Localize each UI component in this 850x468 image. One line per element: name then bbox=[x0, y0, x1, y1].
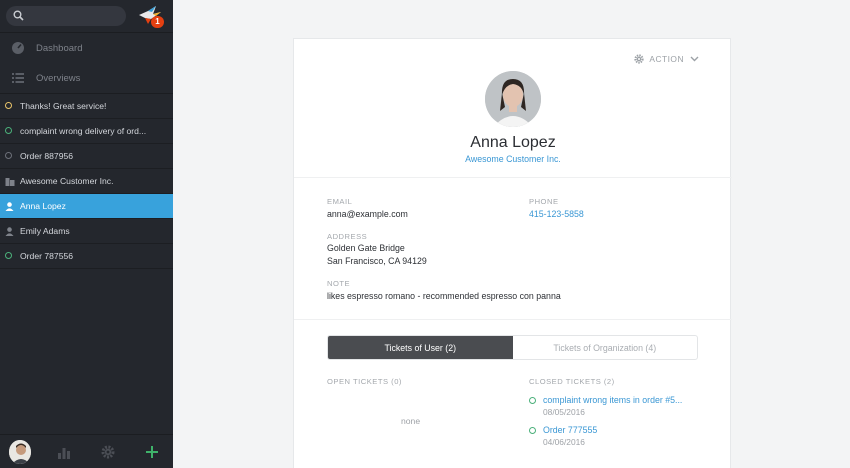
list-icon bbox=[12, 73, 24, 83]
nav-overviews[interactable]: Overviews bbox=[0, 63, 173, 93]
action-label: ACTION bbox=[649, 54, 684, 64]
nav-dashboard-label: Dashboard bbox=[36, 42, 83, 54]
task-item-thanks[interactable]: Thanks! Great service! bbox=[0, 94, 173, 119]
email-value[interactable]: anna@example.com bbox=[327, 208, 408, 221]
task-item-order-787556[interactable]: Order 787556 bbox=[0, 244, 173, 269]
organization-icon bbox=[5, 178, 15, 186]
ticket-title[interactable]: Order 777555 bbox=[543, 425, 597, 435]
tickets-tabs: Tickets of User (2) Tickets of Organizat… bbox=[327, 335, 698, 360]
closed-tickets-header: CLOSED TICKETS (2) bbox=[529, 377, 615, 386]
task-label: Order 887956 bbox=[20, 151, 74, 161]
plus-icon[interactable] bbox=[141, 441, 163, 463]
chevron-down-icon bbox=[690, 56, 699, 62]
task-item-organization[interactable]: Awesome Customer Inc. bbox=[0, 169, 173, 194]
sidebar-bottom-bar bbox=[0, 434, 173, 468]
search-icon bbox=[13, 10, 24, 21]
task-label: complaint wrong delivery of ord... bbox=[20, 126, 147, 136]
divider bbox=[294, 177, 732, 178]
notification-badge[interactable]: 1 bbox=[151, 16, 164, 28]
action-dropdown[interactable]: ACTION bbox=[634, 54, 704, 64]
task-label: Thanks! Great service! bbox=[20, 101, 107, 111]
stats-icon[interactable] bbox=[53, 441, 75, 463]
task-label: Emily Adams bbox=[20, 226, 70, 236]
ticket-status-icon bbox=[529, 427, 536, 434]
profile-name: Anna Lopez bbox=[470, 134, 556, 151]
gear-icon[interactable] bbox=[97, 441, 119, 463]
task-item-anna-lopez[interactable]: Anna Lopez bbox=[0, 194, 173, 219]
note-value[interactable]: likes espresso romano - recommended espr… bbox=[327, 290, 561, 303]
search-input[interactable] bbox=[6, 6, 126, 26]
profile-organization-link[interactable]: Awesome Customer Inc. bbox=[294, 154, 732, 164]
ticket-open-icon bbox=[5, 252, 14, 261]
nav-overviews-label: Overviews bbox=[36, 72, 81, 84]
user-icon bbox=[5, 227, 14, 236]
divider bbox=[294, 319, 732, 320]
address-line2[interactable]: San Francisco, CA 94129 bbox=[327, 255, 427, 268]
note-label: NOTE bbox=[327, 279, 351, 288]
profile-avatar bbox=[485, 71, 541, 127]
app-window: 1 Dashboard Overviews Thanks! Great serv… bbox=[0, 0, 850, 468]
tab-tickets-of-organization[interactable]: Tickets of Organization (4) bbox=[513, 336, 698, 359]
gear-icon bbox=[634, 54, 645, 64]
ticket-status-icon bbox=[529, 397, 536, 404]
tab-tickets-of-user[interactable]: Tickets of User (2) bbox=[328, 336, 513, 359]
user-profile-card: ACTION Anna Lopez Awesome Customer Inc. … bbox=[293, 38, 732, 468]
task-item-complaint[interactable]: complaint wrong delivery of ord... bbox=[0, 119, 173, 144]
task-item-order-887956[interactable]: Order 887956 bbox=[0, 144, 173, 169]
task-label: Order 787556 bbox=[20, 251, 74, 261]
phone-label: PHONE bbox=[529, 197, 559, 206]
ticket-open-icon bbox=[5, 127, 14, 136]
ticket-date: 04/06/2016 bbox=[543, 437, 585, 447]
open-tickets-empty: none bbox=[401, 416, 421, 426]
dashboard-icon bbox=[12, 42, 24, 54]
ticket-closed-icon bbox=[5, 152, 14, 161]
sidebar: 1 Dashboard Overviews Thanks! Great serv… bbox=[0, 0, 173, 468]
ticket-title[interactable]: complaint wrong items in order #5... bbox=[543, 395, 682, 405]
address-line1[interactable]: Golden Gate Bridge bbox=[327, 242, 405, 255]
task-label: Awesome Customer Inc. bbox=[20, 176, 114, 186]
ticket-date: 08/05/2016 bbox=[543, 407, 585, 417]
open-tickets-header: OPEN TICKETS (0) bbox=[327, 377, 402, 386]
task-item-emily-adams[interactable]: Emily Adams bbox=[0, 219, 173, 244]
address-label: ADDRESS bbox=[327, 232, 368, 241]
email-label: EMAIL bbox=[327, 197, 353, 206]
sidebar-topbar: 1 bbox=[0, 0, 173, 32]
ticket-open-icon bbox=[5, 102, 14, 111]
user-avatar[interactable] bbox=[9, 440, 31, 464]
user-icon bbox=[5, 202, 14, 211]
phone-value[interactable]: 415-123-5858 bbox=[529, 208, 584, 221]
nav-dashboard[interactable]: Dashboard bbox=[0, 33, 173, 63]
task-label: Anna Lopez bbox=[20, 201, 66, 211]
